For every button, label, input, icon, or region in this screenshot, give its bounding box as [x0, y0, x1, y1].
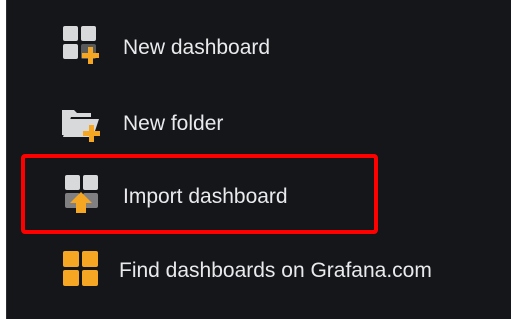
menu-item-label: Import dashboard — [123, 185, 288, 208]
dashboard-import-icon — [65, 175, 98, 213]
menu-item-new-dashboard[interactable]: New dashboard — [7, 18, 511, 78]
menu-item-label: New dashboard — [123, 36, 271, 59]
menu-item-label: Find dashboards on Grafana.com — [119, 259, 432, 282]
folder-add-icon — [62, 110, 100, 142]
create-menu: New dashboard New folder Import dashboar… — [6, 0, 511, 319]
menu-item-new-folder[interactable]: New folder — [7, 92, 511, 152]
menu-item-label: New folder — [123, 112, 224, 135]
menu-item-import-dashboard[interactable]: Import dashboard — [7, 166, 511, 226]
dashboard-add-icon — [63, 26, 99, 64]
menu-item-find-dashboards[interactable]: Find dashboards on Grafana.com — [7, 240, 511, 300]
grafana-grid-icon — [63, 251, 98, 286]
